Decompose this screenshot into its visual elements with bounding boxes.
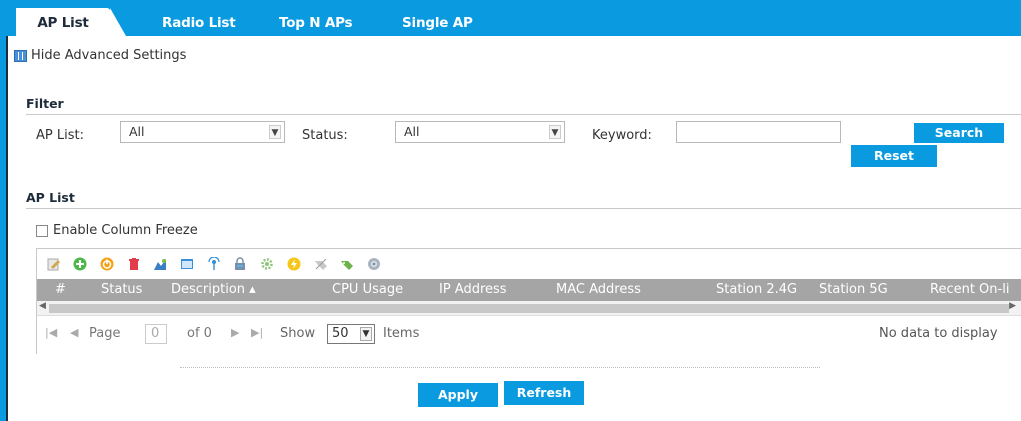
- promote-icon[interactable]: [153, 257, 167, 271]
- horizontal-scrollbar[interactable]: ◀ ▶: [37, 301, 1021, 316]
- filter-divider: [26, 114, 1021, 115]
- last-page-icon[interactable]: ▶|: [251, 326, 263, 339]
- tab-single-ap[interactable]: Single AP: [402, 8, 473, 36]
- hide-advanced-settings-link[interactable]: Hide Advanced Settings: [14, 48, 186, 63]
- col-description[interactable]: Description ▴: [171, 282, 256, 297]
- first-page-icon[interactable]: |◀: [45, 326, 57, 339]
- page-size-select[interactable]: 50 ▼: [327, 324, 375, 344]
- delete-icon[interactable]: [127, 257, 141, 271]
- col-station-24g[interactable]: Station 2.4G: [716, 282, 797, 297]
- grid-header: # Status Description ▴ CPU Usage IP Addr…: [37, 279, 1021, 301]
- actions-divider: [180, 367, 820, 368]
- ap-list-grid: # Status Description ▴ CPU Usage IP Addr…: [36, 248, 1021, 354]
- page-number-input[interactable]: 0: [145, 324, 167, 344]
- scroll-right-icon[interactable]: ▶: [1009, 301, 1016, 311]
- next-page-icon[interactable]: ▶: [231, 326, 239, 339]
- grid-pager: |◀ ◀ Page 0 of 0 ▶ ▶| Show 50 ▼ Items No…: [37, 316, 1021, 354]
- column-freeze-toggle[interactable]: Enable Column Freeze: [36, 223, 198, 238]
- show-label: Show: [280, 326, 316, 341]
- refresh-button[interactable]: Refresh: [504, 381, 584, 405]
- chevron-down-icon: ▼: [549, 125, 561, 139]
- ap-list-filter-value: All: [129, 124, 145, 139]
- page-label: Page: [89, 326, 121, 341]
- tab-bar: AP List Radio List Top N APs Single AP: [0, 0, 1021, 36]
- left-divider: [6, 36, 8, 421]
- col-status[interactable]: Status: [101, 282, 142, 297]
- col-index[interactable]: #: [55, 282, 66, 297]
- apply-button[interactable]: Apply: [418, 383, 498, 407]
- link-icon[interactable]: [340, 257, 354, 271]
- settings-table-icon: [14, 49, 27, 62]
- status-filter-value: All: [404, 124, 420, 139]
- tab-ap-list[interactable]: AP List: [16, 8, 126, 36]
- chevron-down-icon: ▼: [269, 125, 281, 139]
- antenna-icon[interactable]: [207, 257, 221, 271]
- filter-section-title: Filter: [26, 96, 64, 111]
- col-recent-online[interactable]: Recent On-li: [930, 282, 1009, 297]
- grid-toolbar: [37, 249, 1021, 279]
- chevron-down-icon: ▼: [360, 327, 372, 341]
- add-icon[interactable]: [73, 257, 87, 271]
- col-mac-address[interactable]: MAC Address: [556, 282, 641, 297]
- ap-list-divider: [26, 208, 1021, 209]
- column-freeze-checkbox[interactable]: [36, 224, 48, 237]
- keyword-label: Keyword:: [592, 128, 652, 143]
- flash-icon[interactable]: [287, 257, 301, 271]
- status-filter-label: Status:: [302, 128, 348, 143]
- tab-top-n-aps[interactable]: Top N APs: [279, 8, 353, 36]
- empty-message: No data to display: [879, 326, 998, 341]
- lock-icon[interactable]: [233, 257, 247, 271]
- edit-icon[interactable]: [47, 257, 61, 271]
- column-freeze-label: Enable Column Freeze: [53, 223, 198, 238]
- settings-icon[interactable]: [367, 257, 381, 271]
- page-count: of 0: [187, 326, 212, 341]
- reset-button[interactable]: Reset: [851, 145, 937, 167]
- power-icon[interactable]: [100, 257, 114, 271]
- prev-page-icon[interactable]: ◀: [70, 326, 78, 339]
- status-filter-select[interactable]: All ▼: [395, 121, 565, 143]
- keyword-input[interactable]: [676, 121, 841, 143]
- advanced-link-label: Hide Advanced Settings: [31, 48, 187, 63]
- page-size-value: 50: [332, 326, 349, 341]
- search-button[interactable]: Search: [914, 123, 1004, 143]
- window-icon[interactable]: [180, 257, 194, 271]
- gear-icon[interactable]: [260, 257, 274, 271]
- tab-radio-list[interactable]: Radio List: [162, 8, 236, 36]
- ap-list-section-title: AP List: [26, 190, 75, 205]
- col-cpu-usage[interactable]: CPU Usage: [332, 282, 403, 297]
- scrollbar-thumb[interactable]: [49, 304, 1009, 313]
- unlink-icon[interactable]: [314, 257, 328, 271]
- col-ip-address[interactable]: IP Address: [439, 282, 507, 297]
- items-label: Items: [383, 326, 420, 341]
- col-station-5g[interactable]: Station 5G: [819, 282, 888, 297]
- scroll-left-icon[interactable]: ◀: [39, 301, 46, 311]
- ap-list-filter-select[interactable]: All ▼: [120, 121, 285, 143]
- ap-list-filter-label: AP List:: [36, 128, 84, 143]
